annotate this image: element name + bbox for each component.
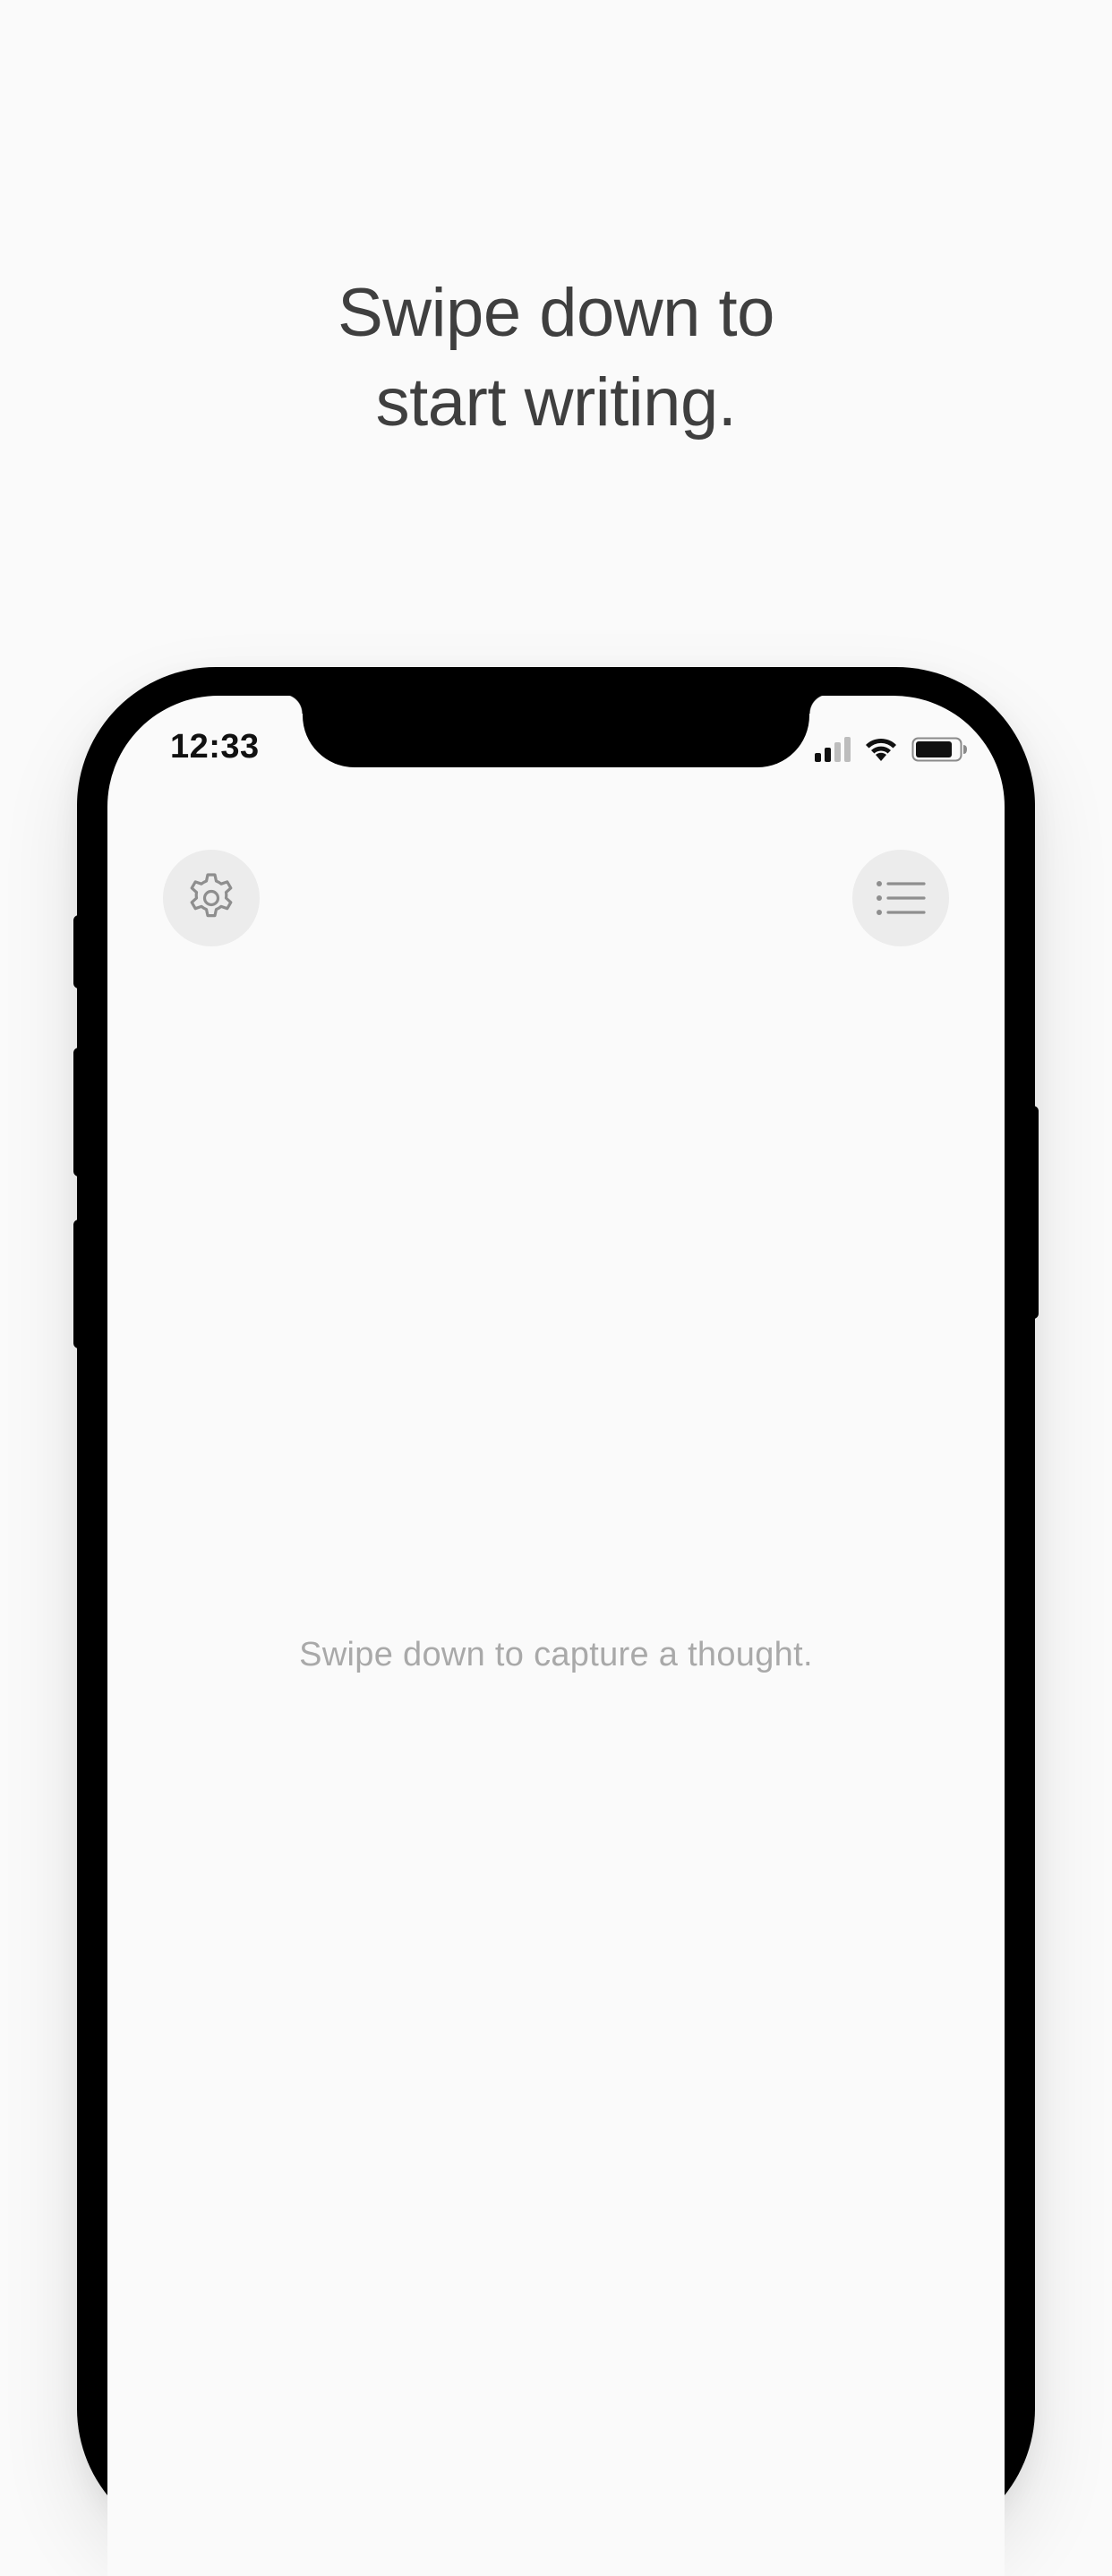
phone-screen: 12:33 Swipe down to capture a thought. (107, 696, 1005, 2576)
empty-state-placeholder: Swipe down to capture a thought. (299, 1636, 813, 1673)
phone-frame: 12:33 Swipe down to capture a thought. (77, 667, 1035, 2576)
gear-icon (190, 873, 233, 918)
headline-line-2: start writing. (375, 364, 737, 441)
phone-notch (283, 696, 829, 767)
notes-list-button[interactable] (852, 850, 949, 946)
status-icons (815, 733, 969, 766)
settings-button[interactable] (163, 850, 260, 946)
wifi-icon (866, 738, 896, 761)
marketing-headline: Swipe down to start writing. (0, 269, 1112, 448)
battery-icon (911, 737, 967, 762)
cellular-signal-icon (815, 737, 851, 762)
list-icon (877, 881, 926, 915)
headline-line-1: Swipe down to (338, 275, 774, 351)
status-time: 12:33 (170, 728, 260, 766)
